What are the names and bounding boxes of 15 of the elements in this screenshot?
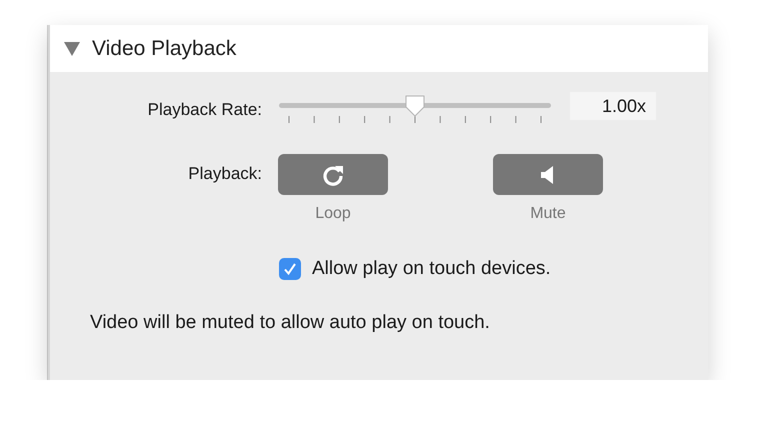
note-text: Video will be muted to allow auto play on touch. xyxy=(89,311,491,334)
rate-field[interactable]: 1.00x xyxy=(570,92,656,120)
button-caption: Mute xyxy=(530,205,566,223)
mute-button[interactable] xyxy=(493,154,603,195)
section-header[interactable]: Video Playback xyxy=(50,25,708,72)
loop-button[interactable] xyxy=(278,154,388,195)
field-label: Playback: xyxy=(187,164,262,184)
checkmark-icon xyxy=(283,262,297,276)
field-label: Playback Rate: xyxy=(146,100,262,120)
speaker-icon xyxy=(540,164,556,184)
button-caption: Loop xyxy=(315,205,351,223)
checkbox-label: Allow play on touch devices. xyxy=(312,258,551,280)
slider-thumb[interactable] xyxy=(404,95,426,117)
section-title: Video Playback xyxy=(92,36,236,60)
checkbox[interactable] xyxy=(279,258,301,280)
